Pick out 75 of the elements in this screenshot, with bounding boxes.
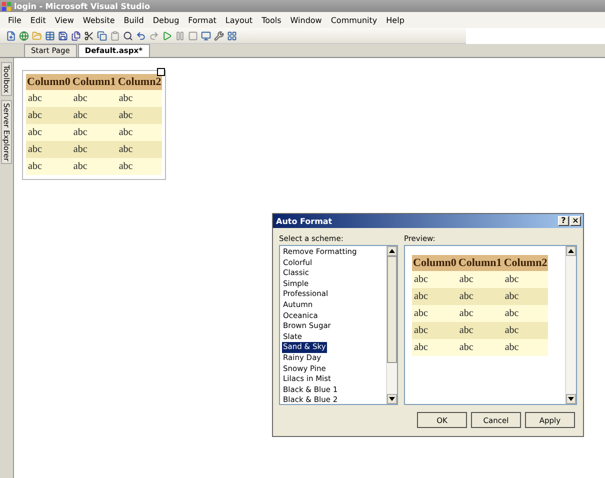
play-icon[interactable] (162, 30, 172, 40)
table-cell: abc (412, 305, 458, 322)
table-cell: abc (457, 339, 503, 356)
menu-item[interactable]: Edit (26, 16, 50, 24)
scroll-up-icon[interactable] (389, 249, 395, 253)
copy-icon[interactable] (97, 30, 107, 40)
table-cell: abc (71, 90, 117, 107)
column-header: Column1 (457, 255, 503, 271)
table-cell: abc (502, 322, 548, 339)
menu-item[interactable]: Debug (148, 16, 184, 24)
menu-item[interactable]: Website (78, 16, 119, 24)
table-cell: abc (502, 339, 548, 356)
table-cell: abc (71, 124, 117, 141)
window-icon[interactable] (201, 30, 211, 40)
table-cell: abc (457, 305, 503, 322)
menu-item[interactable]: Build (120, 16, 148, 24)
table-cell: abc (412, 288, 458, 305)
table-cell: abc (116, 124, 162, 141)
table-cell: abc (116, 90, 162, 107)
stop-icon[interactable] (188, 30, 198, 40)
column-header: Column1 (71, 74, 117, 90)
table-cell: abc (71, 158, 117, 175)
window-title: login - Microsoft Visual Studio (14, 2, 150, 10)
smart-tag-icon[interactable] (157, 68, 166, 76)
menu-item[interactable]: Window (286, 16, 326, 24)
menu-item[interactable]: File (4, 16, 26, 24)
scroll-down-icon[interactable] (389, 397, 395, 401)
globe-icon[interactable] (19, 30, 29, 40)
table-cell: abc (26, 90, 72, 107)
pause-icon[interactable] (175, 30, 185, 40)
undo-icon[interactable] (136, 30, 146, 40)
find-icon[interactable] (123, 30, 133, 40)
table-cell: abc (116, 158, 162, 175)
layout-icon[interactable] (227, 30, 237, 40)
help-button[interactable]: ? (558, 216, 569, 226)
app-icon (2, 2, 11, 10)
cut-icon[interactable] (84, 30, 94, 40)
column-header: Column2 (116, 74, 162, 90)
column-header: Column0 (26, 74, 72, 90)
save-all-icon[interactable] (71, 30, 81, 40)
menu-item[interactable]: Layout (221, 16, 257, 24)
table-cell: abc (116, 141, 162, 158)
table-cell: abc (502, 305, 548, 322)
table-icon[interactable] (45, 30, 55, 40)
table-cell: abc (26, 141, 72, 158)
menu-item[interactable]: Tools (258, 16, 286, 24)
menu-item[interactable]: Community (326, 16, 382, 24)
table-cell: abc (457, 288, 503, 305)
menu-item[interactable]: View (50, 16, 78, 24)
table-cell: abc (26, 158, 72, 175)
table-cell: abc (26, 124, 72, 141)
table-cell: abc (457, 271, 503, 288)
scroll-down-icon[interactable] (568, 397, 574, 401)
scroll-up-icon[interactable] (568, 249, 574, 253)
menu-item[interactable]: Help (382, 16, 408, 24)
menu-item[interactable]: Format (184, 16, 220, 24)
table-cell: abc (26, 107, 72, 124)
column-header: Column2 (502, 255, 548, 271)
table-cell: abc (412, 271, 458, 288)
close-button[interactable]: × (570, 216, 581, 226)
table-cell: abc (457, 322, 503, 339)
scrollbar[interactable] (386, 246, 397, 404)
table-cell: abc (502, 288, 548, 305)
column-header: Column0 (412, 255, 458, 271)
table-cell: abc (502, 271, 548, 288)
table-cell: abc (71, 107, 117, 124)
dialog-title: Auto Format (276, 216, 332, 226)
table-cell: abc (71, 141, 117, 158)
tools-icon[interactable] (214, 30, 224, 40)
scrollbar[interactable] (565, 246, 576, 404)
table-cell: abc (116, 107, 162, 124)
table-cell: abc (412, 322, 458, 339)
new-file-icon[interactable] (6, 30, 16, 40)
save-icon[interactable] (58, 30, 68, 40)
table-cell: abc (412, 339, 458, 356)
